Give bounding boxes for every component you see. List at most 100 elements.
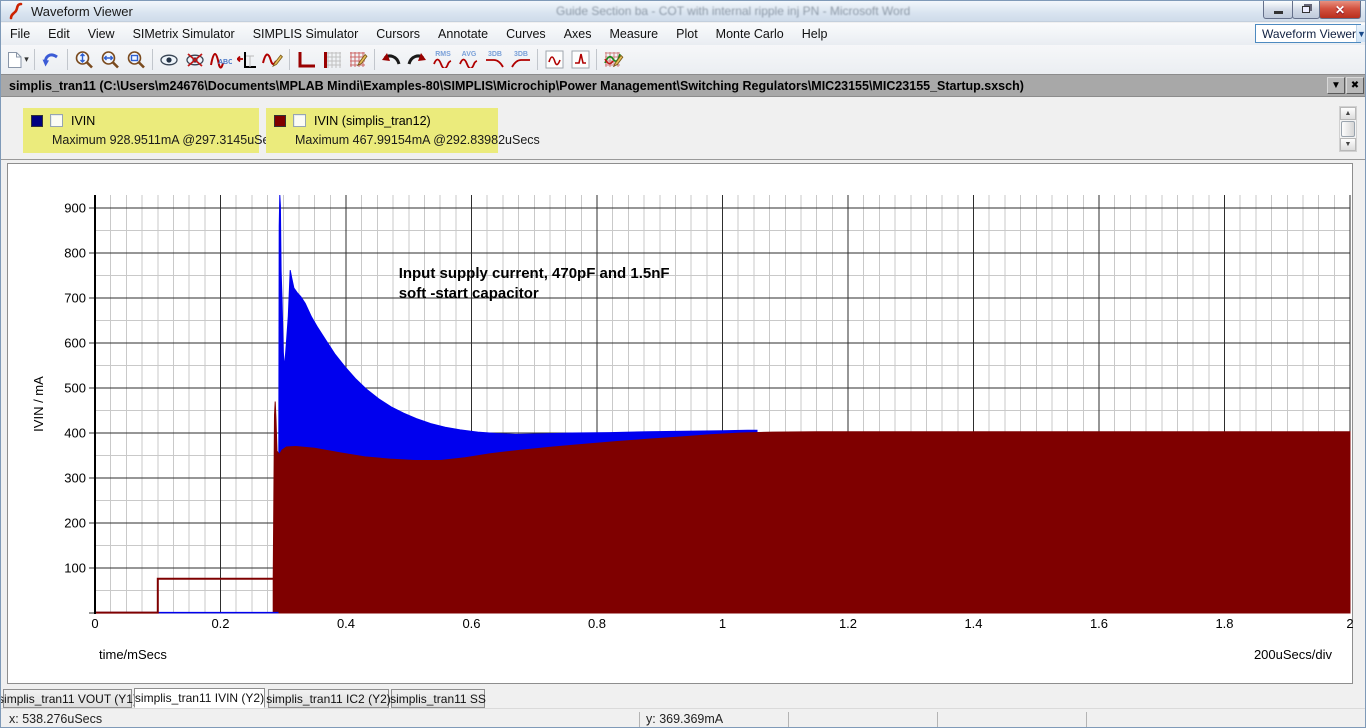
status-separator: [788, 712, 789, 727]
tab-ivin[interactable]: simplis_tran11 IVIN (Y2): [134, 688, 265, 708]
svg-text:400: 400: [64, 426, 86, 441]
curve-measurement: Maximum 928.9511mA @297.3145uSecs: [52, 133, 282, 147]
app-logo-icon: [8, 2, 26, 20]
add-grid-button[interactable]: [319, 47, 345, 72]
curve-checkbox[interactable]: [293, 114, 306, 127]
plot-window-tab-bar: simplis_tran11 (C:\Users\m24676\Document…: [1, 74, 1366, 97]
menu-item-axes[interactable]: Axes: [555, 23, 601, 45]
avg-button[interactable]: AVG: [456, 47, 482, 72]
grid-divider-icon: [322, 51, 342, 69]
lowpass-3db-button[interactable]: 3DB: [482, 47, 508, 72]
menu-bar: FileEditViewSIMetrix SimulatorSIMPLIS Si…: [1, 23, 1366, 45]
annotate-curve-button[interactable]: ABC: [208, 47, 234, 72]
zoom-x-icon: [100, 50, 121, 70]
legend-scrollbar[interactable]: ▲ ▼: [1339, 106, 1357, 152]
zoom-box-button[interactable]: [123, 47, 149, 72]
legend-item-ivin[interactable]: IVIN Maximum 928.9511mA @297.3145uSecs: [23, 108, 259, 153]
menu-item-annotate[interactable]: Annotate: [429, 23, 497, 45]
highpass-3db-label: 3DB: [514, 51, 528, 58]
undo-button[interactable]: [38, 47, 64, 72]
minimize-button[interactable]: [1263, 1, 1293, 19]
grid-pencil-icon: [348, 50, 369, 69]
title-bar[interactable]: Waveform Viewer Guide Section ba - COT w…: [1, 1, 1366, 22]
highpass-curve-icon: [511, 58, 531, 68]
tab-ic2[interactable]: simplis_tran11 IC2 (Y2): [268, 689, 389, 708]
scroll-down-icon[interactable]: ▼: [1340, 138, 1356, 151]
restore-button[interactable]: [1292, 1, 1320, 19]
toolbar-separator: [34, 49, 35, 70]
zoom-y-icon: [74, 50, 95, 70]
combo-dropdown-icon[interactable]: ▼: [1356, 25, 1366, 42]
tab-ss[interactable]: simplis_tran11 SS: [391, 689, 485, 708]
previous-zoom-button[interactable]: [378, 47, 404, 72]
new-document-caret-icon[interactable]: ▾: [24, 54, 29, 65]
new-document-icon: [7, 51, 23, 69]
eye-icon: [159, 52, 179, 68]
plot-page-icon: [545, 50, 564, 69]
new-plot-button[interactable]: [541, 47, 567, 72]
svg-text:600: 600: [64, 336, 86, 351]
minimize-icon: [1274, 11, 1283, 14]
show-curve-button[interactable]: [156, 47, 182, 72]
svg-text:0.4: 0.4: [337, 616, 355, 631]
close-button[interactable]: ✕: [1319, 1, 1361, 19]
swing-arrow-right-icon: [406, 51, 428, 69]
curve-checkbox[interactable]: [50, 114, 63, 127]
toolbar-separator: [374, 49, 375, 70]
add-axis-button[interactable]: [293, 47, 319, 72]
viewer-mode-value: Waveform Viewer: [1256, 27, 1356, 41]
background-window-title: Guide Section ba - COT with internal rip…: [556, 4, 1116, 18]
menu-item-edit[interactable]: Edit: [39, 23, 79, 45]
sine-icon: [433, 58, 453, 68]
swing-arrow-left-icon: [380, 51, 402, 69]
scroll-up-icon[interactable]: ▲: [1340, 107, 1356, 120]
move-axis-button[interactable]: [234, 47, 260, 72]
restore-icon: [1302, 6, 1310, 13]
plot-window-title: simplis_tran11 (C:\Users\m24676\Document…: [1, 79, 1024, 93]
menu-item-plot[interactable]: Plot: [667, 23, 707, 45]
plot-tabs-bar: simplis_tran11 VOUT (Y1) simplis_tran11 …: [1, 688, 1366, 708]
tab-vout[interactable]: simplis_tran11 VOUT (Y1): [3, 689, 132, 708]
next-zoom-button[interactable]: [404, 47, 430, 72]
waveform-plot[interactable]: 00.20.40.60.811.21.41.61.821002003004005…: [8, 164, 1354, 685]
y-axis-label: IVIN / mA: [31, 376, 46, 432]
menu-item-monte-carlo[interactable]: Monte Carlo: [707, 23, 793, 45]
x-axis-label: time/mSecs: [99, 647, 167, 662]
curve-pencil-icon: [262, 50, 284, 69]
highpass-3db-button[interactable]: 3DB: [508, 47, 534, 72]
toolbar-separator: [152, 49, 153, 70]
menu-item-curves[interactable]: Curves: [497, 23, 555, 45]
zoom-y-extents-button[interactable]: [71, 47, 97, 72]
impulse-plot-button[interactable]: [567, 47, 593, 72]
menu-item-measure[interactable]: Measure: [600, 23, 667, 45]
viewer-mode-combobox[interactable]: Waveform Viewer ▼: [1255, 24, 1361, 43]
menu-item-simplis-simulator[interactable]: SIMPLIS Simulator: [244, 23, 368, 45]
edit-grid-button[interactable]: [345, 47, 371, 72]
curve-measurement: Maximum 467.99154mA @292.83982uSecs: [295, 133, 540, 147]
plot-area-background: 00.20.40.60.811.21.41.61.821002003004005…: [1, 160, 1366, 688]
zoom-x-extents-button[interactable]: [97, 47, 123, 72]
cursor-y-readout: y: 369.369mA: [646, 712, 723, 726]
svg-text:ABC: ABC: [218, 59, 232, 66]
tab-close-button[interactable]: ✖: [1346, 77, 1364, 94]
curve-label: IVIN: [71, 114, 95, 128]
rms-button[interactable]: RMS: [430, 47, 456, 72]
menu-item-view[interactable]: View: [79, 23, 124, 45]
new-document-button[interactable]: ▾: [5, 47, 31, 72]
impulse-page-icon: [571, 50, 590, 69]
tab-list-dropdown-button[interactable]: ▼: [1327, 77, 1345, 94]
edit-curve-button[interactable]: [260, 47, 286, 72]
menu-item-help[interactable]: Help: [793, 23, 837, 45]
menu-item-file[interactable]: File: [1, 23, 39, 45]
scrollbar-thumb[interactable]: [1341, 121, 1355, 137]
plot-settings-button[interactable]: [600, 47, 626, 72]
menu-item-simetrix-simulator[interactable]: SIMetrix Simulator: [124, 23, 244, 45]
svg-text:300: 300: [64, 471, 86, 486]
svg-text:700: 700: [64, 291, 86, 306]
curve-ivin-tran12-leadin[interactable]: [95, 579, 273, 613]
curve-color-swatch: [274, 115, 286, 127]
legend-item-ivin-tran12[interactable]: IVIN (simplis_tran12) Maximum 467.99154m…: [266, 108, 498, 153]
hide-curve-button[interactable]: [182, 47, 208, 72]
menu-item-cursors[interactable]: Cursors: [367, 23, 429, 45]
axes-icon: [296, 51, 316, 69]
